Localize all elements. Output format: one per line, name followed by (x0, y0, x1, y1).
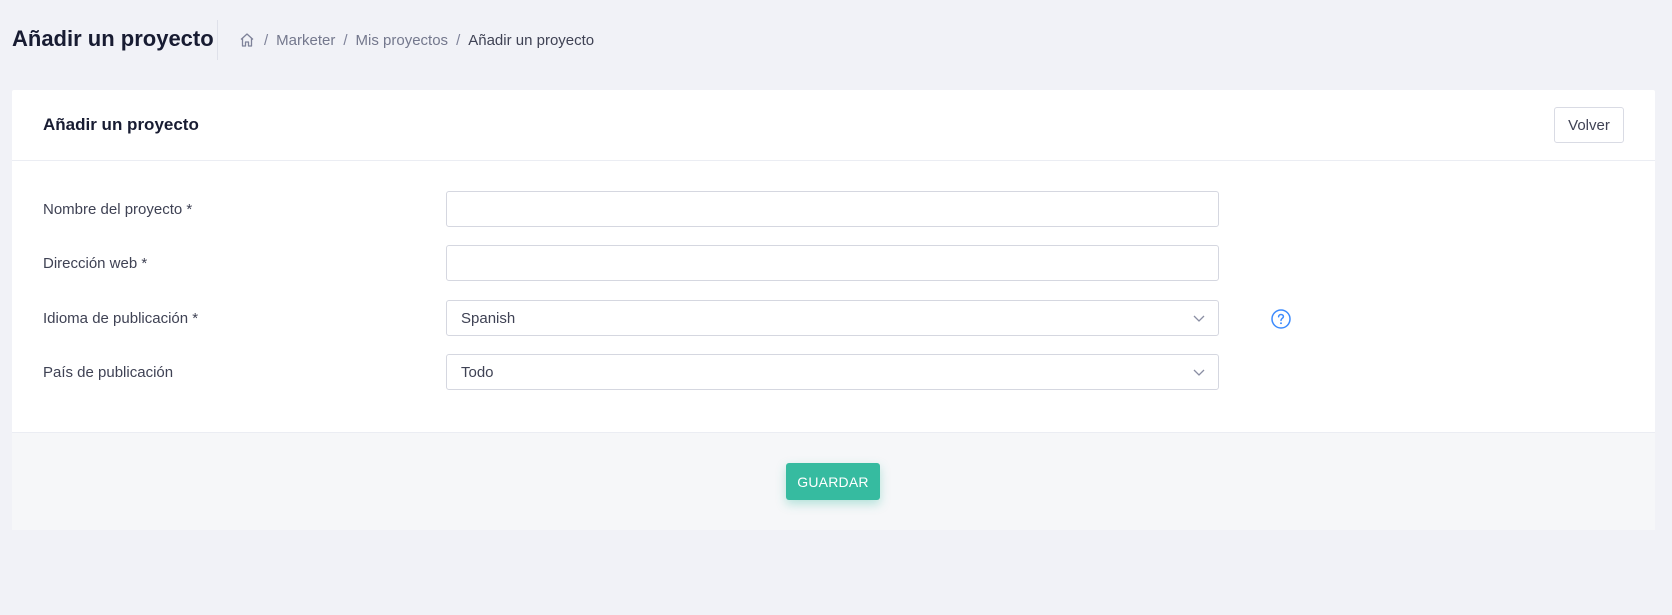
form-row-country: País de publicación Todo (12, 354, 1655, 392)
breadcrumb-item-marketer[interactable]: Marketer (276, 32, 335, 49)
subheader: Añadir un proyecto / Marketer / Mis proy… (0, 0, 1672, 82)
project-form-card: Añadir un proyecto Volver Nombre del pro… (12, 90, 1655, 530)
page-title: Añadir un proyecto (12, 26, 214, 51)
save-button[interactable]: GUARDAR (786, 463, 880, 500)
home-icon[interactable] (238, 31, 256, 49)
website-label: Dirección web * (43, 255, 148, 272)
chevron-down-icon (1193, 315, 1205, 322)
card-title: Añadir un proyecto (43, 115, 199, 134)
breadcrumb-item-current: Añadir un proyecto (468, 31, 595, 49)
country-selected-value: Todo (461, 363, 494, 381)
language-selected-value: Spanish (461, 309, 516, 327)
country-select[interactable]: Todo (446, 354, 1219, 390)
title-divider (217, 20, 218, 60)
card-header: Añadir un proyecto Volver (12, 90, 1655, 161)
language-label: Idioma de publicación * (43, 310, 199, 327)
breadcrumb-separator: / (343, 31, 348, 49)
back-button[interactable]: Volver (1554, 107, 1624, 143)
form-row-project-name: Nombre del proyecto * (12, 191, 1655, 229)
project-name-input[interactable] (446, 191, 1219, 227)
breadcrumb: / Marketer / Mis proyectos / Añadir un p… (238, 31, 594, 49)
breadcrumb-separator: / (264, 31, 269, 49)
breadcrumb-item-mis-proyectos[interactable]: Mis proyectos (356, 32, 449, 49)
question-circle-icon[interactable] (1270, 308, 1292, 330)
website-input[interactable] (446, 245, 1219, 281)
project-name-label: Nombre del proyecto * (43, 201, 193, 218)
chevron-down-icon (1193, 369, 1205, 376)
country-label: País de publicación (43, 364, 174, 381)
language-select[interactable]: Spanish (446, 300, 1219, 336)
form-row-language: Idioma de publicación * Spanish (12, 300, 1655, 338)
form-row-website: Dirección web * (12, 245, 1655, 283)
breadcrumb-separator: / (456, 31, 461, 49)
card-footer: GUARDAR (12, 432, 1655, 530)
